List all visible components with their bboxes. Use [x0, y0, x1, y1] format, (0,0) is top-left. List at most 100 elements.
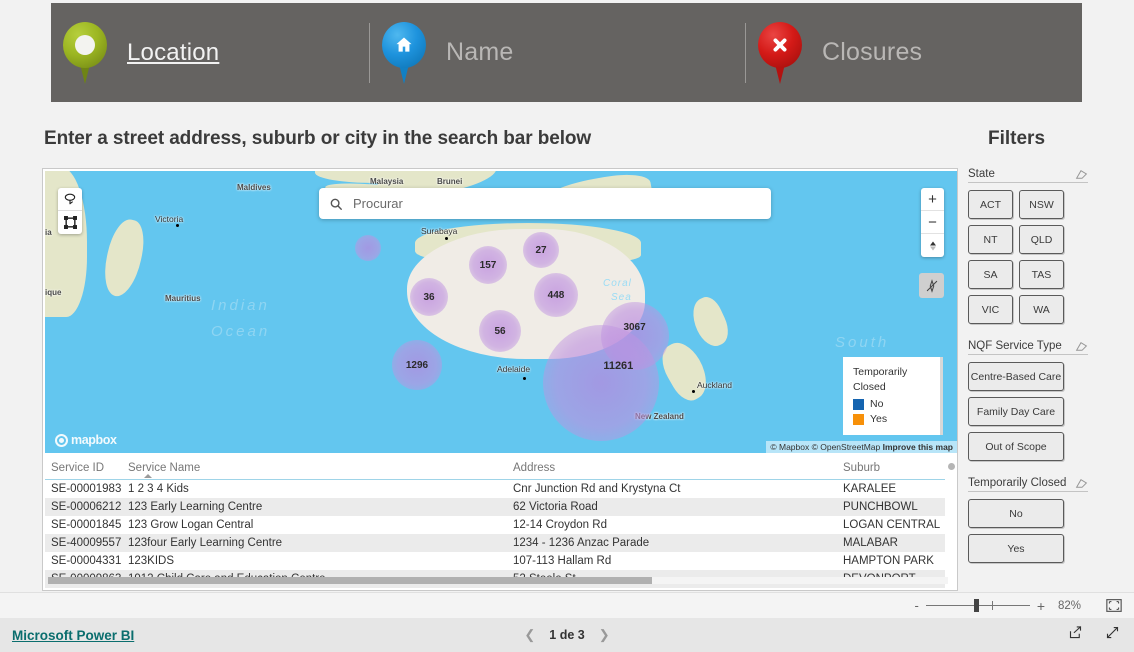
services-table[interactable]: Service ID Service Name Address Suburb S… — [45, 459, 957, 589]
chevron-left-icon[interactable]: ❮ — [524, 627, 535, 643]
column-header-suburb[interactable]: Suburb — [837, 459, 945, 480]
map-cluster-bubble[interactable]: 448 — [534, 273, 578, 317]
map-and-table-visual: Maldives Malaysia Brunei Victoria Surabaya Ma… — [42, 168, 958, 591]
table-cell: Cnr Junction Rd and Krystyna Ct — [513, 483, 681, 495]
filters-panel: State ACT NSW NT QLD SA TAS VIC WA NQF Service Ty… — [968, 168, 1118, 579]
map-legend: Temporarily Closed No Yes — [843, 357, 943, 435]
filters-panel-title: Filters — [988, 128, 1046, 149]
map-label-malaysia: Malaysia — [370, 177, 404, 186]
map-pin-close-icon — [758, 21, 802, 84]
table-horizontal-scrollbar[interactable] — [48, 577, 948, 584]
table-row[interactable]: SE-00001983 1 2 3 4 Kids Cnr Junction Rd a… — [45, 480, 945, 499]
table-body: SE-00001983 1 2 3 4 Kids Cnr Junction Rd a… — [45, 480, 945, 588]
map-pin-dot-icon — [63, 21, 107, 84]
zoom-slider[interactable] — [925, 599, 1030, 612]
filter-options: Centre-Based Care Family Day Care Out of S… — [968, 362, 1113, 461]
legend-entry-no: No — [853, 398, 940, 410]
filter-option-yes[interactable]: Yes — [968, 534, 1064, 563]
table-cell: 123KIDS — [128, 555, 175, 567]
improve-map-link[interactable]: Improve this map — [883, 442, 953, 452]
map-label-auckland: Auckland — [697, 380, 732, 390]
nav-label-location: Location — [127, 38, 220, 66]
map-cluster-bubble[interactable] — [355, 235, 381, 261]
zoom-in-button[interactable]: + — [1037, 598, 1045, 614]
report-footer: Microsoft Power BI ❮ 1 de 3 ❯ — [0, 618, 1134, 652]
nav-item-closures[interactable]: Closures — [746, 3, 1076, 102]
map-cluster-bubble[interactable]: 27 — [523, 232, 559, 268]
filter-option-tas[interactable]: TAS — [1019, 260, 1064, 289]
power-bi-brand-link[interactable]: Microsoft Power BI — [12, 628, 134, 643]
sort-ascending-icon — [144, 474, 152, 478]
zoom-out-icon[interactable]: − — [921, 211, 944, 234]
table-vertical-scrollbar[interactable] — [946, 461, 956, 587]
eraser-icon[interactable] — [1075, 478, 1088, 489]
share-icon[interactable] — [1068, 625, 1083, 645]
map-cluster-bubble[interactable]: 56 — [479, 310, 521, 352]
map-cluster-bubble[interactable]: 11261 — [543, 325, 659, 441]
filter-group: State ACT NSW NT QLD SA TAS VIC WA — [968, 168, 1118, 324]
map-label-maldives: Maldives — [237, 183, 271, 192]
footer-actions — [1068, 625, 1120, 645]
filter-options: ACT NSW NT QLD SA TAS VIC WA — [968, 190, 1113, 324]
city-dot-victoria — [176, 224, 179, 227]
table-row[interactable]: SE-00006212 123 Early Learning Centre 62 V… — [45, 498, 945, 516]
table-cell: KARALEE — [843, 483, 897, 495]
filter-option-family-day-care[interactable]: Family Day Care — [968, 397, 1064, 426]
filter-group-title: Temporarily Closed — [968, 477, 1067, 489]
map-cluster-bubble[interactable]: 36 — [410, 278, 448, 316]
table-row[interactable]: SE-00001845 123 Grow Logan Central 12-14 C… — [45, 516, 945, 534]
box-select-icon[interactable] — [58, 211, 82, 234]
filter-group: Temporarily Closed No Yes — [968, 477, 1118, 563]
fit-to-page-icon[interactable] — [1106, 599, 1122, 612]
column-header-service-name[interactable]: Service Name — [122, 459, 507, 480]
filter-option-sa[interactable]: SA — [968, 260, 1013, 289]
filter-option-out-of-scope[interactable]: Out of Scope — [968, 432, 1064, 461]
map-label-mauritius: Mauritius — [165, 294, 201, 303]
nav-label-closures: Closures — [822, 38, 923, 66]
filter-options: No Yes — [968, 499, 1113, 563]
zoom-slider-thumb[interactable] — [973, 599, 979, 612]
zoom-in-icon[interactable]: + — [921, 188, 944, 211]
mapbox-logo[interactable]: mapbox — [55, 433, 117, 447]
table-row[interactable]: SE-00004331 123KIDS 107-113 Hallam Rd HAMPT… — [45, 552, 945, 570]
map-attribution-text: © Mapbox © OpenStreetMap — [770, 442, 881, 452]
compass-reset-icon[interactable] — [919, 273, 944, 298]
filter-option-no[interactable]: No — [968, 499, 1064, 528]
filter-option-centre-based-care[interactable]: Centre-Based Care — [968, 362, 1064, 391]
filter-option-act[interactable]: ACT — [968, 190, 1013, 219]
chevron-right-icon[interactable]: ❯ — [599, 627, 610, 643]
table-vertical-scroll-thumb[interactable] — [948, 463, 955, 470]
map-search-input[interactable]: Procurar — [319, 188, 771, 219]
table-cell: LOGAN CENTRAL — [843, 519, 941, 531]
map-cluster-bubble[interactable]: 1296 — [392, 340, 442, 390]
page-title: Enter a street address, suburb or city i… — [44, 128, 592, 149]
table-cell: SE-00001983 — [51, 483, 122, 495]
map-label-surabaya: Surabaya — [421, 226, 458, 236]
table-cell: 107-113 Hallam Rd — [513, 555, 612, 567]
map-cluster-bubble[interactable]: 157 — [469, 246, 507, 284]
legend-swatch-yes — [853, 413, 864, 425]
table-horizontal-scroll-thumb[interactable] — [48, 577, 652, 584]
pitch-toggle-icon[interactable] — [921, 234, 944, 257]
nav-item-location[interactable]: Location — [51, 3, 369, 102]
column-header-address[interactable]: Address — [507, 459, 837, 480]
filter-option-vic[interactable]: VIC — [968, 295, 1013, 324]
nav-item-name[interactable]: Name — [370, 3, 745, 102]
table-cell: SE-00004331 — [51, 555, 122, 567]
lasso-select-icon[interactable] — [58, 188, 82, 211]
filter-option-qld[interactable]: QLD — [1019, 225, 1064, 254]
zoom-percent-label: 82% — [1058, 599, 1082, 612]
fullscreen-icon[interactable] — [1105, 625, 1120, 645]
column-header-service-id[interactable]: Service ID — [45, 459, 122, 480]
map-label-ique: ique — [45, 288, 62, 297]
filter-option-nt[interactable]: NT — [968, 225, 1013, 254]
eraser-icon[interactable] — [1075, 341, 1088, 352]
map-canvas[interactable]: Maldives Malaysia Brunei Victoria Surabaya Ma… — [45, 171, 957, 453]
eraser-icon[interactable] — [1075, 169, 1088, 180]
filter-option-nsw[interactable]: NSW — [1019, 190, 1064, 219]
filter-group-header: NQF Service Type — [968, 340, 1088, 355]
table-row[interactable]: SE-40009557 123four Early Learning Centre… — [45, 534, 945, 552]
filter-option-wa[interactable]: WA — [1019, 295, 1064, 324]
map-selection-tools — [58, 188, 82, 234]
zoom-out-button[interactable]: - — [914, 598, 918, 613]
